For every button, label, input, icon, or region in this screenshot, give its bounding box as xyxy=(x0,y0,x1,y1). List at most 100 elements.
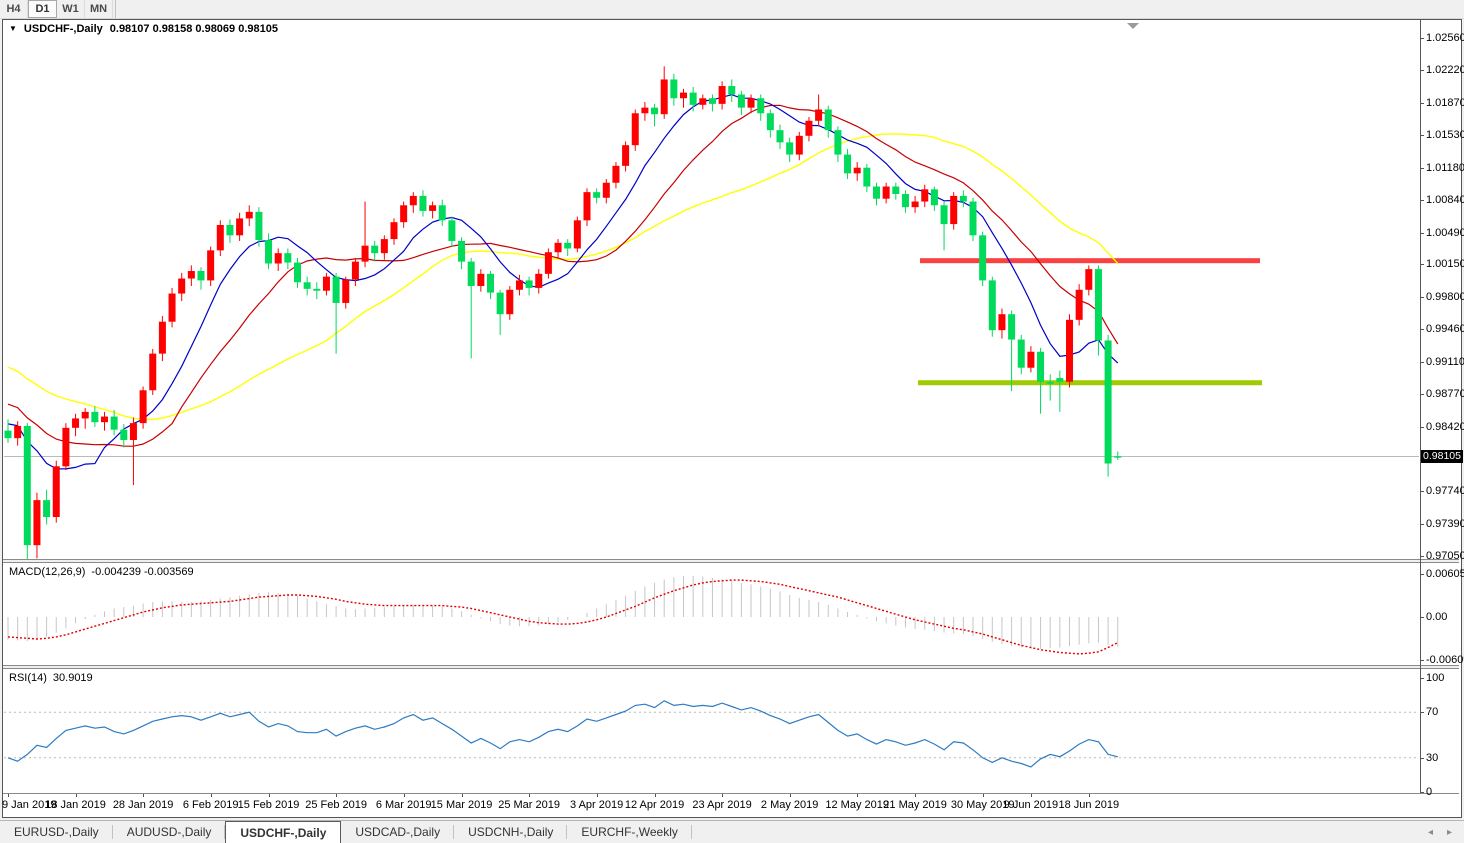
candle-body xyxy=(439,205,446,220)
price-axis-label: 1.00150 xyxy=(1426,258,1464,270)
date-axis-tick xyxy=(1089,794,1090,797)
price-axis-label: 1.02220 xyxy=(1426,64,1464,76)
candle-body xyxy=(217,225,224,250)
candle-body xyxy=(748,98,755,107)
candle-body xyxy=(304,282,311,289)
chart-tab-usdcad[interactable]: USDCAD-,Daily xyxy=(341,821,454,843)
chart-tab-audusd[interactable]: AUDUSD-,Daily xyxy=(113,821,226,843)
price-axis-label: 0.97390 xyxy=(1426,518,1464,530)
date-axis-tick xyxy=(655,794,656,797)
date-axis-label: 15 Mar 2019 xyxy=(431,799,493,811)
candle-body xyxy=(246,212,253,219)
candle-body xyxy=(1027,352,1034,368)
candle-body xyxy=(169,294,176,322)
candle-body xyxy=(1018,340,1025,368)
candle-body xyxy=(381,239,388,253)
candle-body xyxy=(979,235,986,280)
timeframe-button-w1[interactable]: W1 xyxy=(57,0,85,18)
candle-body xyxy=(1076,290,1083,320)
timeframe-button-d1[interactable]: D1 xyxy=(28,0,57,18)
date-axis-label: 23 Apr 2019 xyxy=(692,799,751,811)
price-axis-label-tick xyxy=(1420,70,1424,71)
price-axis-label-tick xyxy=(1420,135,1424,136)
candle-body xyxy=(294,263,301,283)
candle-body xyxy=(506,290,513,314)
date-axis-label: 12 May 2019 xyxy=(825,799,889,811)
candle-body xyxy=(584,192,591,220)
price-axis-label-tick xyxy=(1420,103,1424,104)
timeframe-button-mn[interactable]: MN xyxy=(85,0,113,18)
price-axis-label-tick xyxy=(1420,38,1424,39)
candle-body xyxy=(62,428,69,466)
macd-axis-label: 0.00 xyxy=(1426,611,1447,623)
candle-body xyxy=(998,314,1005,330)
resistance-line[interactable] xyxy=(920,258,1260,263)
candle-body xyxy=(854,168,861,174)
candle-body xyxy=(255,212,262,240)
chart-tab-eurusd[interactable]: EURUSD-,Daily xyxy=(0,821,113,843)
candle-body xyxy=(670,79,677,98)
candle-body xyxy=(883,187,890,199)
candle-body xyxy=(1047,382,1054,384)
candle-body xyxy=(863,168,870,187)
candle-body xyxy=(33,500,40,545)
candle-body xyxy=(603,183,610,198)
candle-body xyxy=(941,205,948,224)
candle-body xyxy=(786,142,793,154)
candle-body xyxy=(545,252,552,274)
candle-body xyxy=(555,243,562,252)
candle-body xyxy=(458,241,465,262)
candle-body xyxy=(931,189,938,205)
date-axis-tick xyxy=(529,794,530,797)
candle-body xyxy=(989,280,996,330)
macd-axis-label: -0.006096 xyxy=(1426,654,1464,666)
macd-panel[interactable] xyxy=(3,563,1420,665)
tab-scroll-left-icon[interactable]: ◂ xyxy=(1428,827,1433,838)
candle-body xyxy=(1105,340,1112,463)
candle-body xyxy=(323,277,330,291)
candle-body xyxy=(159,322,166,354)
rsi-value: 30.9019 xyxy=(53,672,93,684)
candle-body xyxy=(429,205,436,211)
candle-body xyxy=(921,189,928,201)
candle-body xyxy=(362,246,369,262)
rsi-axis-label-tick xyxy=(1420,758,1424,759)
support-line[interactable] xyxy=(918,380,1262,385)
candle-body xyxy=(612,166,619,183)
rsi-axis-label: 100 xyxy=(1426,672,1444,684)
candle-body xyxy=(410,196,417,205)
candle-body xyxy=(805,121,812,136)
date-axis-tick xyxy=(336,794,337,797)
rsi-axis-label-tick xyxy=(1420,678,1424,679)
chart-shift-marker-icon[interactable] xyxy=(1127,23,1139,29)
chart-tab-eurchf[interactable]: EURCHF-,Weekly xyxy=(567,821,691,843)
date-axis-label: 15 Feb 2019 xyxy=(238,799,300,811)
candle-body xyxy=(815,110,822,121)
candle-body xyxy=(535,274,542,288)
timeframe-button-h4[interactable]: H4 xyxy=(0,0,28,18)
macd-axis-label: 0.006058 xyxy=(1426,568,1464,580)
candle-body xyxy=(313,289,320,291)
candle-body xyxy=(902,194,909,207)
candle-body xyxy=(82,412,89,419)
price-axis-label-tick xyxy=(1420,491,1424,492)
candle-body xyxy=(91,412,98,422)
candle-body xyxy=(497,293,504,315)
candle-body xyxy=(912,202,919,208)
date-axis-label: 6 Mar 2019 xyxy=(376,799,432,811)
tab-scroll-right-icon[interactable]: ▸ xyxy=(1447,827,1452,838)
candle-body xyxy=(1008,314,1015,339)
price-axis-label-tick xyxy=(1420,524,1424,525)
rsi-panel[interactable] xyxy=(3,669,1420,793)
chart-tab-usdchf[interactable]: USDCHF-,Daily xyxy=(225,821,341,843)
candle-body xyxy=(487,274,494,293)
candle-body xyxy=(149,354,156,391)
price-chart-panel[interactable] xyxy=(3,20,1420,559)
candle-body xyxy=(284,253,291,262)
chart-tab-usdcnh[interactable]: USDCNH-,Daily xyxy=(454,821,567,843)
price-axis-label-tick xyxy=(1420,297,1424,298)
rsi-line xyxy=(8,701,1118,767)
candle-body xyxy=(738,94,745,107)
price-axis-label-tick xyxy=(1420,264,1424,265)
candle-body xyxy=(101,417,108,423)
